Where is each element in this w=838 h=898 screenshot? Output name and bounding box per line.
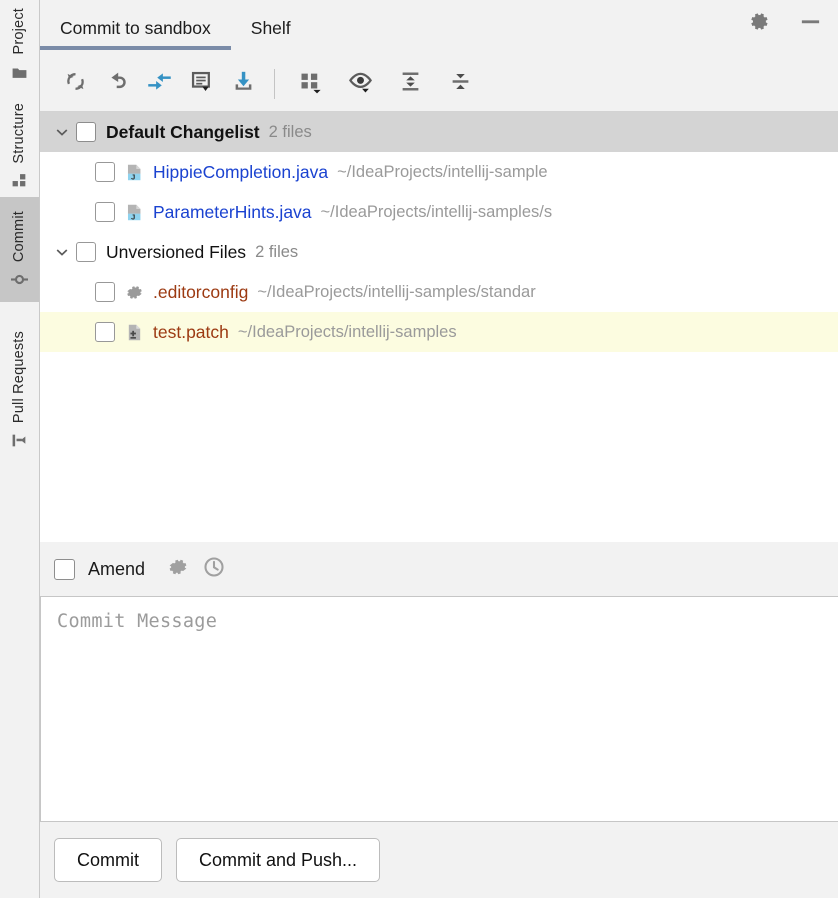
file-checkbox[interactable] <box>95 162 115 182</box>
toolbar-separator <box>274 69 275 99</box>
settings-button[interactable] <box>744 10 772 38</box>
file-name: HippieCompletion.java <box>153 162 328 183</box>
gear-icon <box>747 10 770 38</box>
sidebar-item-label: Pull Requests <box>12 331 27 423</box>
changelist-file-count: 2 files <box>255 243 298 262</box>
tab-commit-to-sandbox[interactable]: Commit to sandbox <box>40 0 231 57</box>
table-row[interactable]: test.patch ~/IdeaProjects/intellij-sampl… <box>40 312 838 352</box>
tab-shelf[interactable]: Shelf <box>231 0 311 57</box>
patch-file-icon <box>125 323 144 342</box>
expand-all-icon <box>397 68 424 100</box>
svg-text:J: J <box>131 212 135 221</box>
file-checkbox[interactable] <box>95 202 115 222</box>
changelist-checkbox[interactable] <box>76 242 96 262</box>
commit-message-placeholder: Commit Message <box>57 611 217 632</box>
sidebar-item-label: Structure <box>12 103 27 164</box>
revert-icon <box>104 68 131 100</box>
download-icon <box>230 68 257 100</box>
sidebar-item-pull-requests[interactable]: Pull Requests <box>0 323 39 457</box>
preview-diff-button[interactable] <box>339 63 381 105</box>
svg-text:J: J <box>131 172 135 181</box>
clock-icon <box>203 556 225 583</box>
stripe-group-top: Project Structure Commit <box>0 0 39 302</box>
eye-icon <box>347 68 374 100</box>
sidebar-item-project[interactable]: Project <box>0 0 39 89</box>
amend-checkbox[interactable] <box>54 559 75 580</box>
minimize-icon <box>799 10 822 38</box>
commit-tool-window: Project Structure Commit <box>0 0 838 898</box>
update-project-button[interactable] <box>222 63 264 105</box>
changelist-group-row[interactable]: Default Changelist 2 files <box>40 112 838 152</box>
tab-label: Commit to sandbox <box>60 18 211 39</box>
java-file-icon: J <box>125 203 144 222</box>
gear-file-icon <box>125 283 144 302</box>
tab-bar: Commit to sandbox Shelf <box>40 0 838 57</box>
comment-icon <box>188 68 215 100</box>
changes-tree[interactable]: Default Changelist 2 files J HippieCompl… <box>40 112 838 542</box>
table-row[interactable]: .editorconfig ~/IdeaProjects/intellij-sa… <box>40 272 838 312</box>
file-path: ~/IdeaProjects/intellij-sample <box>337 163 547 182</box>
collapse-all-button[interactable] <box>439 63 481 105</box>
tab-bar-actions <box>744 0 838 48</box>
rollback-button[interactable] <box>96 63 138 105</box>
file-path: ~/IdeaProjects/intellij-samples <box>238 323 457 342</box>
commit-actions-bar: Commit Commit and Push... <box>40 822 838 898</box>
move-to-changelist-button[interactable] <box>180 63 222 105</box>
collapse-all-icon <box>447 68 474 100</box>
pull-request-icon <box>11 432 28 449</box>
sidebar-item-label: Commit <box>12 211 27 262</box>
expand-all-button[interactable] <box>389 63 431 105</box>
show-diff-button[interactable] <box>138 63 180 105</box>
amend-label: Amend <box>88 559 145 580</box>
table-row[interactable]: J ParameterHints.java ~/IdeaProjects/int… <box>40 192 838 232</box>
chevron-down-icon[interactable] <box>48 238 76 266</box>
sidebar-item-structure[interactable]: Structure <box>0 89 39 198</box>
minimize-button[interactable] <box>796 10 824 38</box>
chevron-down-icon[interactable] <box>48 118 76 146</box>
commit-node-icon <box>11 271 28 288</box>
folder-icon <box>11 64 28 81</box>
commit-options-button[interactable] <box>165 556 191 582</box>
changelist-group-row[interactable]: Unversioned Files 2 files <box>40 232 838 272</box>
refresh-changes-button[interactable] <box>54 63 96 105</box>
group-by-icon <box>297 68 324 100</box>
commit-toolbar <box>40 57 838 112</box>
file-path: ~/IdeaProjects/intellij-samples/s <box>321 203 553 222</box>
table-row[interactable]: J HippieCompletion.java ~/IdeaProjects/i… <box>40 152 838 192</box>
commit-panel: Commit to sandbox Shelf <box>40 0 838 898</box>
java-file-icon: J <box>125 163 144 182</box>
changelist-name: Unversioned Files <box>106 242 246 263</box>
file-checkbox[interactable] <box>95 322 115 342</box>
diff-arrows-icon <box>146 68 173 100</box>
stripe-group-bottom: Pull Requests <box>0 323 39 457</box>
changelist-file-count: 2 files <box>269 123 312 142</box>
amend-bar: Amend <box>40 542 838 596</box>
tool-window-stripe: Project Structure Commit <box>0 0 40 898</box>
tab-list: Commit to sandbox Shelf <box>40 0 311 57</box>
changelist-name: Default Changelist <box>106 122 260 143</box>
gear-icon <box>167 556 189 583</box>
group-by-button[interactable] <box>289 63 331 105</box>
file-name: .editorconfig <box>153 282 248 303</box>
commit-history-button[interactable] <box>201 556 227 582</box>
file-name: test.patch <box>153 322 229 343</box>
file-checkbox[interactable] <box>95 282 115 302</box>
refresh-icon <box>62 68 89 100</box>
file-path: ~/IdeaProjects/intellij-samples/standar <box>257 283 535 302</box>
commit-and-push-button[interactable]: Commit and Push... <box>176 838 380 882</box>
changelist-checkbox[interactable] <box>76 122 96 142</box>
sidebar-item-commit[interactable]: Commit <box>0 197 39 302</box>
structure-icon <box>11 172 28 189</box>
commit-message-field[interactable]: Commit Message <box>40 596 838 822</box>
sidebar-item-label: Project <box>12 8 27 55</box>
commit-button[interactable]: Commit <box>54 838 162 882</box>
tab-active-underline <box>40 46 231 50</box>
tab-label: Shelf <box>251 18 291 39</box>
file-name: ParameterHints.java <box>153 202 312 223</box>
